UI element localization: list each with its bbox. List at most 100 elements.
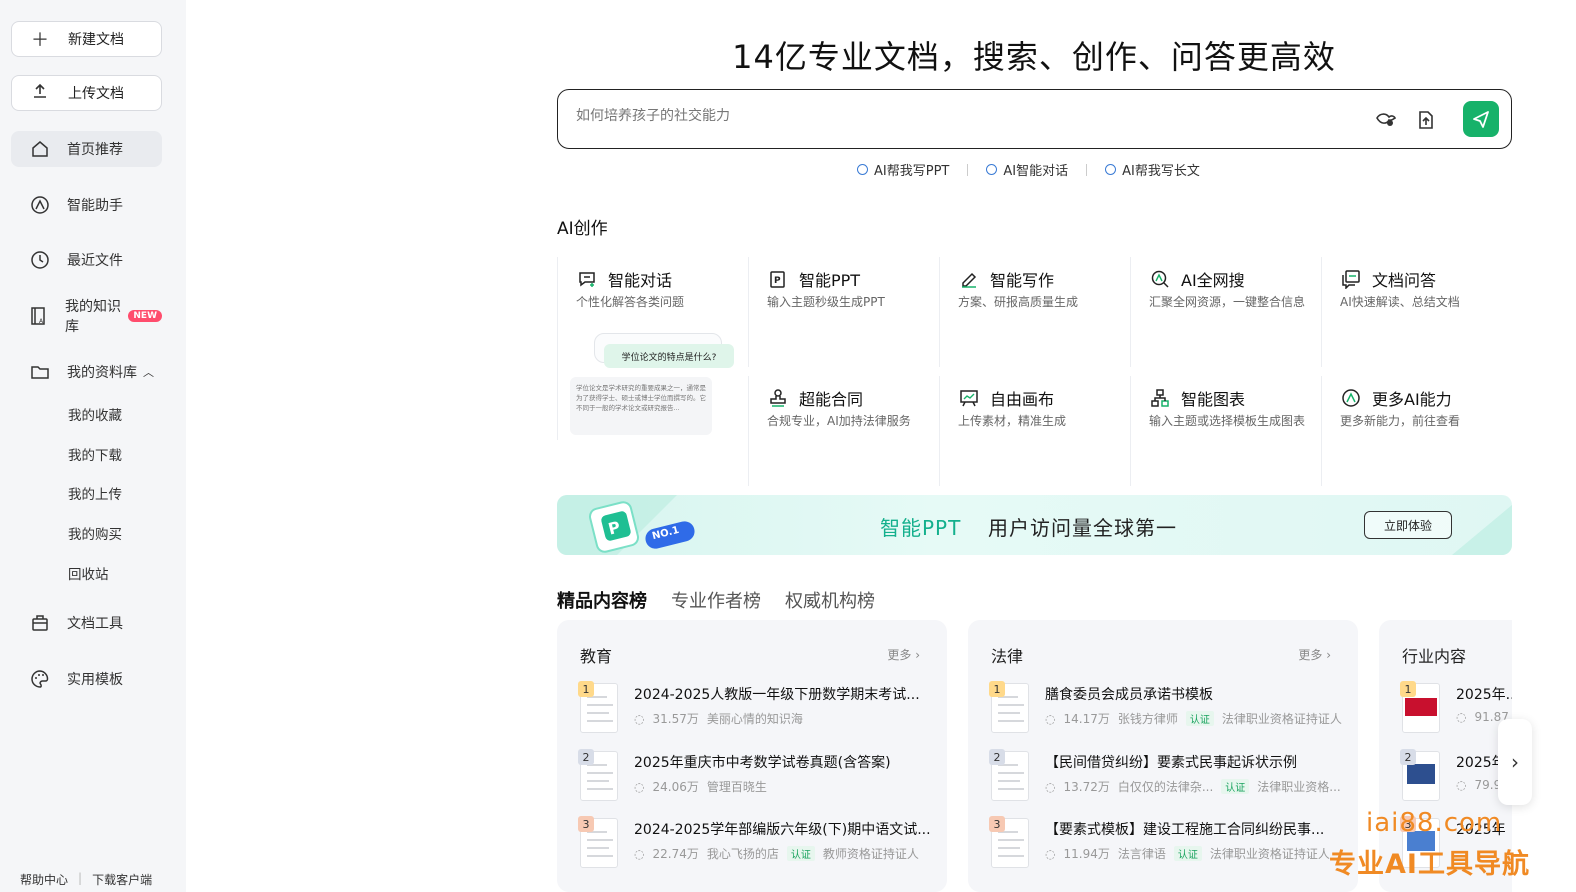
item-author: 法言律语 (1117, 847, 1166, 861)
deep-think-icon[interactable] (1373, 107, 1399, 133)
list-item[interactable]: 3 2024-2025学年部编版六年级(下)期中语文试... ◌ 22.74万 我心… (578, 816, 931, 874)
plus-icon: ＋ (31, 30, 49, 51)
sidebar: ＋ 新建文档 上传文档 首页推荐 智能助手 最近文件 AI 我的知识库 NEW … (0, 0, 186, 892)
verified-badge: 认证 (1185, 711, 1214, 726)
card-title: 文档问答 (1372, 271, 1437, 290)
web-search-icon (1149, 268, 1171, 290)
chevron-right-icon: › (1511, 750, 1519, 774)
quick-link-chat[interactable]: AI智能对话 (986, 160, 1068, 179)
svg-text:P: P (774, 276, 781, 286)
tab-institutions[interactable]: 权威机构榜 (785, 587, 875, 613)
nav-templates[interactable]: 实用模板 (11, 661, 162, 697)
nav-ai-assistant-label: 智能助手 (67, 198, 123, 214)
item-title: 2024-2025学年部编版六年级(下)期中语文试... (634, 822, 931, 838)
sub-uploads[interactable]: 我的上传 (68, 483, 122, 503)
upload-doc-button[interactable]: 上传文档 (11, 75, 162, 111)
help-center-link[interactable]: 帮助中心 (20, 871, 68, 888)
nav-recent[interactable]: 最近文件 (11, 242, 162, 278)
item-views: 31.57万 (652, 712, 699, 726)
card-smart-ppt[interactable]: P 智能PPT 输入主题秒级生成PPT (748, 257, 931, 367)
item-author: 管理百晓生 (706, 780, 767, 794)
new-doc-button[interactable]: ＋ 新建文档 (11, 21, 162, 57)
card-web-search[interactable]: AI全网搜 汇聚全网资源，一键整合信息 (1130, 257, 1313, 367)
download-client-link[interactable]: 下载客户端 (92, 871, 152, 888)
card-contract[interactable]: 超能合同 合规专业，AI加持法律服务 (748, 376, 931, 486)
fire-icon: ◌ (1456, 778, 1467, 792)
panel-education: 教育 更多 › 1 2024-2025人教版一年级下册数学期末考试... ◌ 31… (557, 620, 947, 892)
nav-doc-tools[interactable]: 文档工具 (11, 605, 162, 641)
item-title: 2025年... (1456, 687, 1512, 703)
card-smart-writing[interactable]: 智能写作 方案、研报高质量生成 (939, 257, 1122, 367)
ppt-promo-banner[interactable]: P NO.1 智能PPT 用户访问量全球第一 立即体验 (557, 495, 1512, 555)
list-item[interactable]: 2 【民间借贷纠纷】要素式民事起诉状示例 ◌ 13.72万 白仅仅的法律杂... 认证… (989, 749, 1341, 807)
card-desc: 上传素材，精准生成 (958, 414, 1067, 428)
rank-badge: 2 (1400, 749, 1416, 765)
list-item[interactable]: 1 2024-2025人教版一年级下册数学期末考试... ◌ 31.57万 美丽心情… (578, 681, 920, 739)
card-title: 智能写作 (990, 271, 1055, 290)
nav-my-library[interactable]: 我的资料库 ︿ (11, 354, 162, 390)
more-link[interactable]: 更多 › (1298, 646, 1331, 663)
card-canvas[interactable]: 自由画布 上传素材，精准生成 (939, 376, 1122, 486)
sub-recycle-bin[interactable]: 回收站 (68, 563, 109, 583)
card-more-ai[interactable]: 更多AI能力 更多新能力，前往查看 (1321, 376, 1504, 486)
list-item[interactable]: 3 【要素式模板】建设工程施工合同纠纷民事... ◌ 11.94万 法言律语 认证 法律… (989, 816, 1331, 874)
sub-purchases[interactable]: 我的购买 (68, 523, 122, 543)
item-views: 11.94万 (1063, 847, 1110, 861)
chevron-up-icon: ︿ (143, 366, 154, 379)
watermark-domain: iai88.com (1366, 808, 1503, 838)
quick-links: AI帮我写PPT AI智能对话 AI帮我写长文 (857, 160, 1200, 179)
nav-knowledge-base[interactable]: AI 我的知识库 NEW (11, 298, 162, 335)
search-input[interactable] (576, 108, 1276, 124)
card-doc-qa[interactable]: 文档问答 AI快速解读、总结文档 (1321, 257, 1504, 367)
nav-recent-label: 最近文件 (67, 253, 123, 269)
ai-logo-icon (857, 164, 868, 175)
send-button[interactable] (1463, 101, 1499, 137)
sub-downloads[interactable]: 我的下载 (68, 444, 122, 464)
chevron-right-icon: › (915, 648, 920, 662)
upload-file-icon[interactable] (1413, 107, 1439, 133)
sub-favorites[interactable]: 我的收藏 (68, 404, 122, 424)
quick-link-ppt[interactable]: AI帮我写PPT (857, 160, 949, 179)
rank-badge: 2 (578, 749, 594, 765)
ai-creation-title: AI创作 (557, 219, 608, 239)
list-item[interactable]: 1 膳食委员会成员承诺书模板 ◌ 14.17万 张钱方律师 认证 法律职业资格证持证人 (989, 681, 1342, 739)
ai-logo-icon (986, 164, 998, 175)
quick-link-long-text-label: AI帮我写长文 (1122, 164, 1200, 179)
upload-icon (30, 83, 50, 104)
nav-ai-assistant[interactable]: 智能助手 (11, 187, 162, 223)
rank-badge: 3 (578, 816, 594, 832)
item-views: 13.72万 (1063, 780, 1110, 794)
card-smart-chart[interactable]: 智能图表 输入主题或选择模板生成图表 (1130, 376, 1313, 486)
item-title: 【民间借贷纠纷】要素式民事起诉状示例 (1045, 755, 1297, 771)
card-desc: 方案、研报高质量生成 (958, 295, 1079, 309)
nav-home-label: 首页推荐 (67, 142, 123, 158)
divider (967, 163, 969, 176)
more-link[interactable]: 更多 › (887, 646, 920, 663)
quick-link-ppt-label: AI帮我写PPT (874, 164, 950, 179)
nav-home[interactable]: 首页推荐 (11, 131, 162, 167)
canvas-icon (958, 387, 980, 409)
item-views: 22.74万 (652, 847, 699, 861)
stamp-icon (767, 387, 789, 409)
card-desc: 合规专业，AI加持法律服务 (767, 414, 911, 428)
preview-answer: 学位论文是学术研究的重要成果之一，通常是为了获得学士、硕士或博士学位而撰写的。它… (570, 377, 712, 435)
knowledge-base-icon: AI (29, 306, 49, 326)
quick-link-long-text[interactable]: AI帮我写长文 (1105, 160, 1200, 179)
doc-chat-icon (1340, 268, 1362, 290)
tab-pro-authors[interactable]: 专业作者榜 (671, 587, 761, 613)
nav-my-library-label: 我的资料库 (67, 365, 137, 381)
panel-title: 教育 (580, 647, 613, 666)
item-author: 白仅仅的法律杂... (1117, 780, 1214, 794)
try-now-button[interactable]: 立即体验 (1364, 511, 1452, 539)
fire-icon: ◌ (634, 846, 645, 861)
carousel-next-button[interactable]: › (1498, 719, 1532, 805)
palette-icon (29, 669, 51, 689)
nav-templates-label: 实用模板 (67, 672, 123, 688)
list-item[interactable]: 2 2025年重庆市中考数学试卷真题(含答案) ◌ 24.06万 管理百晓生 (578, 749, 920, 807)
tab-quality-content[interactable]: 精品内容榜 (557, 587, 647, 613)
card-desc: AI快速解读、总结文档 (1340, 295, 1460, 309)
list-item[interactable]: 1 2025年... ◌91.87 (1400, 681, 1512, 739)
rank-tabs: 精品内容榜 专业作者榜 权威机构榜 (557, 587, 875, 613)
list-item[interactable]: 2 2025年 ◌ 79.9 (1400, 749, 1512, 807)
nav-knowledge-base-label: 我的知识库 (65, 299, 121, 335)
